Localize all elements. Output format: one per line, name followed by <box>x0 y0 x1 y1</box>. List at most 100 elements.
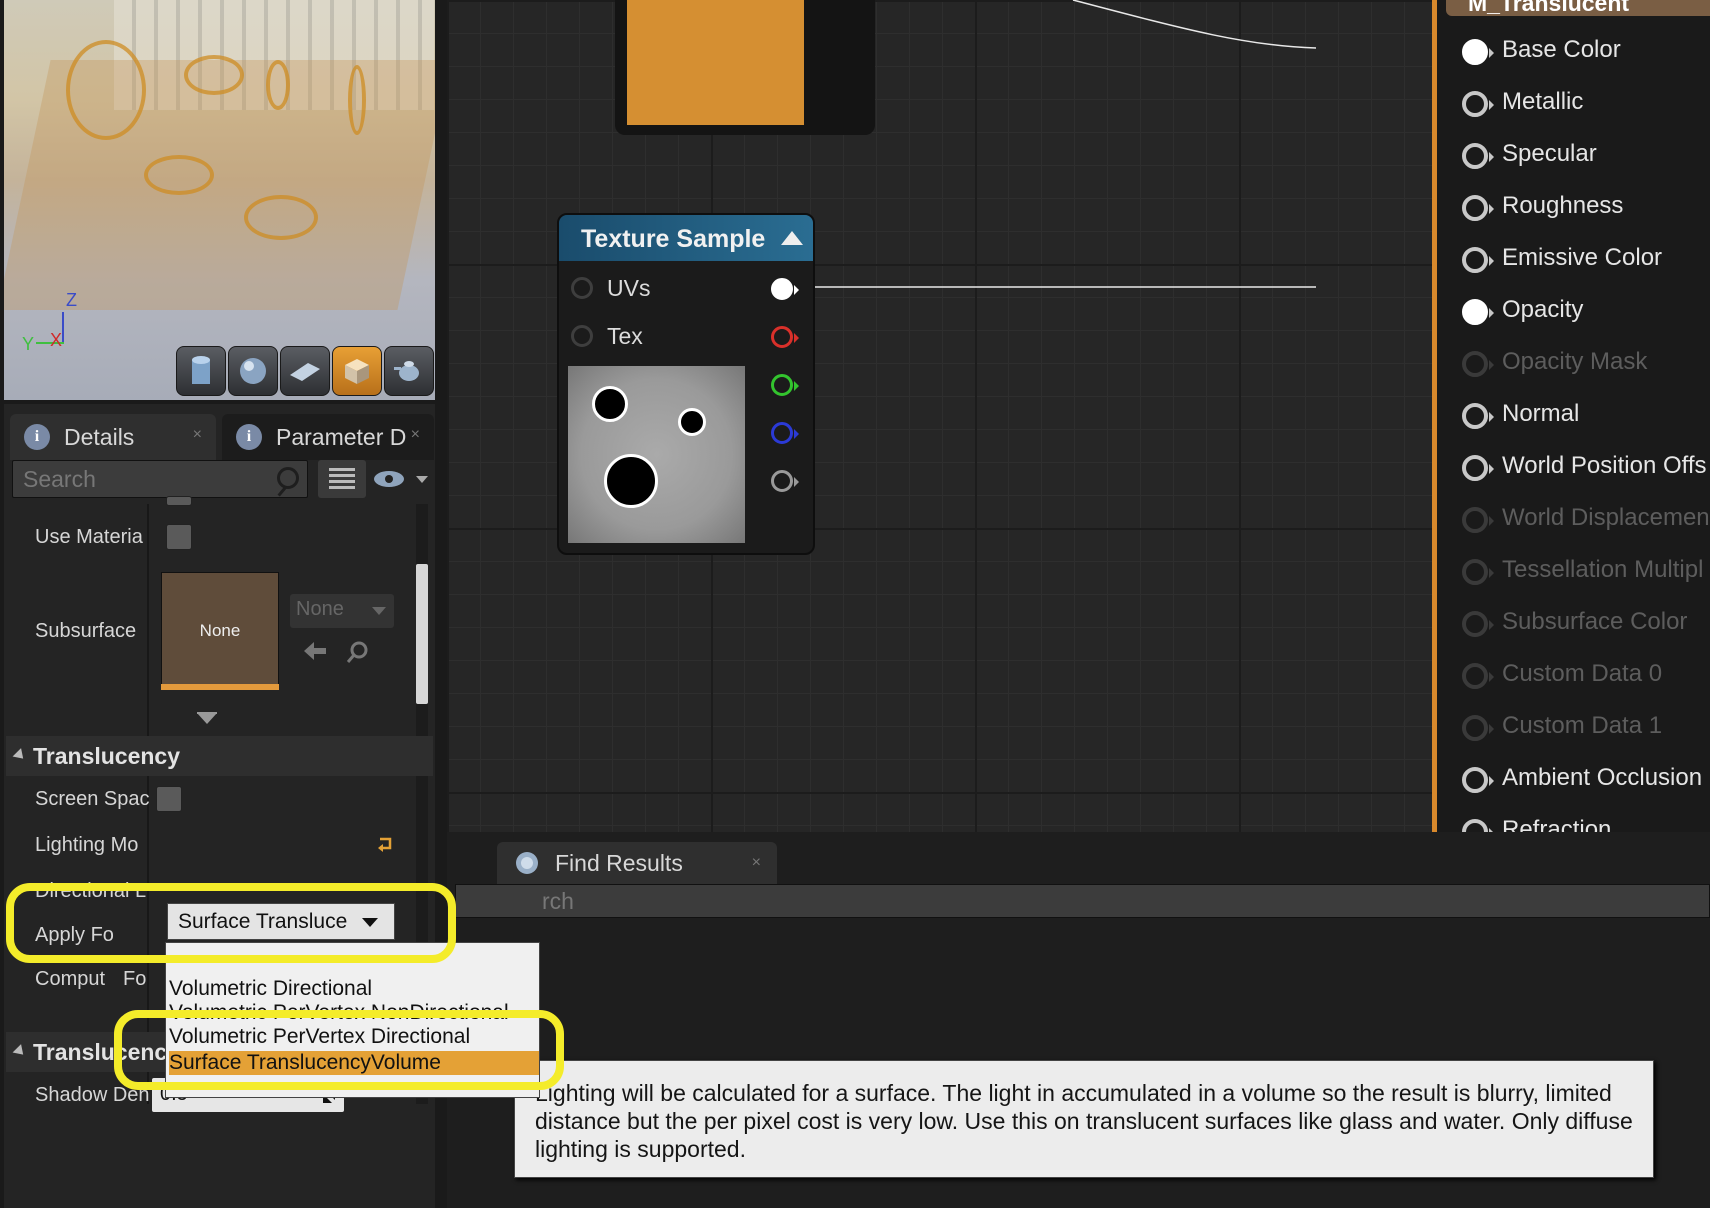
tex-pin-label: Tex <box>607 323 643 349</box>
section-title: Translucency <box>33 743 181 769</box>
expand-arrow-icon[interactable] <box>196 712 218 726</box>
uvs-pin-label: UVs <box>607 275 651 301</box>
z-axis-label: Z <box>66 290 77 310</box>
material-input-pin[interactable] <box>1462 351 1494 377</box>
preview-ring <box>348 65 366 135</box>
material-pin-label: Base Color <box>1502 36 1621 63</box>
color-swatch <box>627 0 804 125</box>
material-input-pin[interactable] <box>1462 611 1494 637</box>
material-preview-viewport[interactable]: Z Y X <box>4 0 435 400</box>
material-input-pin[interactable] <box>1462 195 1494 221</box>
property-matrix-button[interactable] <box>318 460 366 498</box>
lighting-mode-label: Lighting Mo <box>35 834 139 856</box>
eye-icon <box>374 471 428 487</box>
close-icon[interactable]: × <box>193 426 202 444</box>
subsurface-asset-combo[interactable]: None <box>290 594 394 628</box>
material-input-pin[interactable] <box>1462 403 1494 429</box>
collapse-arrow-icon[interactable] <box>781 231 803 245</box>
use-selected-arrow-icon[interactable] <box>302 640 328 662</box>
details-search-input[interactable]: Search <box>12 460 308 498</box>
sphere-icon <box>240 358 266 384</box>
reset-to-default-icon[interactable] <box>376 836 394 852</box>
details-scrollbar-thumb[interactable] <box>416 564 428 704</box>
preview-ring <box>266 60 290 110</box>
constant-color-node[interactable] <box>615 0 875 135</box>
close-icon[interactable]: × <box>752 854 761 872</box>
material-pin-label: Ambient Occlusion <box>1502 764 1703 791</box>
preview-sphere-button[interactable] <box>228 346 278 396</box>
close-icon[interactable]: × <box>411 426 420 444</box>
texture-dot <box>678 408 706 436</box>
material-pin-label: Custom Data 0 <box>1502 660 1663 687</box>
tab-label: Parameter D <box>276 423 407 450</box>
preview-ring <box>184 55 244 95</box>
material-input-pin[interactable] <box>1462 663 1494 689</box>
info-icon: i <box>236 424 262 450</box>
material-input-pin[interactable] <box>1462 91 1494 117</box>
use-material-checkbox[interactable] <box>166 524 192 550</box>
checkbox[interactable] <box>166 496 192 506</box>
preview-plane-button[interactable] <box>280 346 330 396</box>
plane-icon <box>290 363 320 381</box>
y-axis-label: Y <box>22 334 35 354</box>
material-pin-label: Opacity Mask <box>1502 348 1648 375</box>
material-pin-label: World Displacemen <box>1502 504 1710 531</box>
material-pin-label: World Position Offs <box>1502 452 1707 479</box>
material-pin-label: Opacity <box>1502 296 1584 323</box>
compute-fog-label-suffix: Fo <box>123 968 147 990</box>
material-input-pin[interactable] <box>1462 143 1494 169</box>
material-pin-label: Tessellation Multipl <box>1502 556 1704 583</box>
preview-cube-button[interactable] <box>332 346 382 396</box>
preview-cylinder-button[interactable] <box>176 346 226 396</box>
tex-input-pin[interactable] <box>571 325 593 347</box>
material-input-pin[interactable] <box>1462 299 1494 325</box>
material-input-pin[interactable] <box>1462 247 1494 273</box>
tab-find-results[interactable]: Find Results × <box>497 842 777 884</box>
tab-label: Find Results <box>555 850 683 876</box>
material-input-pin[interactable] <box>1462 767 1494 793</box>
find-search-input[interactable]: rch <box>455 884 1710 918</box>
chevron-down-icon <box>372 607 386 615</box>
material-pin-label: Metallic <box>1502 88 1584 115</box>
subsurface-asset-thumbnail[interactable]: None <box>161 572 279 690</box>
material-input-pin[interactable] <box>1462 39 1494 65</box>
preview-teapot-button[interactable] <box>384 346 434 396</box>
material-input-pin[interactable] <box>1462 455 1494 481</box>
search-icon <box>277 467 299 489</box>
r-output-pin[interactable] <box>771 326 799 348</box>
b-output-pin[interactable] <box>771 422 799 444</box>
texture-dot <box>604 454 658 508</box>
subsurface-label: Subsurface <box>35 620 137 642</box>
a-output-pin[interactable] <box>771 470 799 492</box>
material-pin-label: Subsurface Color <box>1502 608 1688 635</box>
translucency-section-header[interactable]: Translucency <box>6 736 433 776</box>
search-placeholder: rch <box>542 888 574 914</box>
info-icon: i <box>24 424 50 450</box>
browse-icon[interactable] <box>346 640 370 664</box>
rgb-output-pin[interactable] <box>771 278 799 300</box>
tab-parameter-defaults[interactable]: i Parameter D × <box>222 414 434 460</box>
tab-details[interactable]: i Details × <box>10 414 216 460</box>
material-pin-label: Custom Data 1 <box>1502 712 1663 739</box>
tab-label: Details <box>64 423 135 450</box>
material-input-pin[interactable] <box>1462 715 1494 741</box>
screen-space-checkbox[interactable] <box>156 786 182 812</box>
selected-option-highlight <box>114 1010 564 1090</box>
material-input-pin[interactable] <box>1462 507 1494 533</box>
g-output-pin[interactable] <box>771 374 799 396</box>
texture-sample-node[interactable]: Texture Sample UVs Tex <box>557 213 815 555</box>
z-axis-line <box>62 312 64 344</box>
grid-icon <box>329 468 355 489</box>
wire-base-color <box>1072 0 1317 49</box>
combo-value: None <box>296 598 344 620</box>
cylinder-icon <box>192 356 210 384</box>
node-title: Texture Sample <box>581 225 766 253</box>
uvs-input-pin[interactable] <box>571 277 593 299</box>
texture-dot <box>592 386 628 422</box>
screen-space-label: Screen Spac <box>35 788 149 810</box>
node-header[interactable]: Texture Sample <box>559 215 813 261</box>
material-input-pin[interactable] <box>1462 559 1494 585</box>
view-options-button[interactable] <box>372 464 430 494</box>
preview-ring <box>144 155 214 195</box>
dropdown-option[interactable]: Volumetric Directional <box>169 977 372 1001</box>
